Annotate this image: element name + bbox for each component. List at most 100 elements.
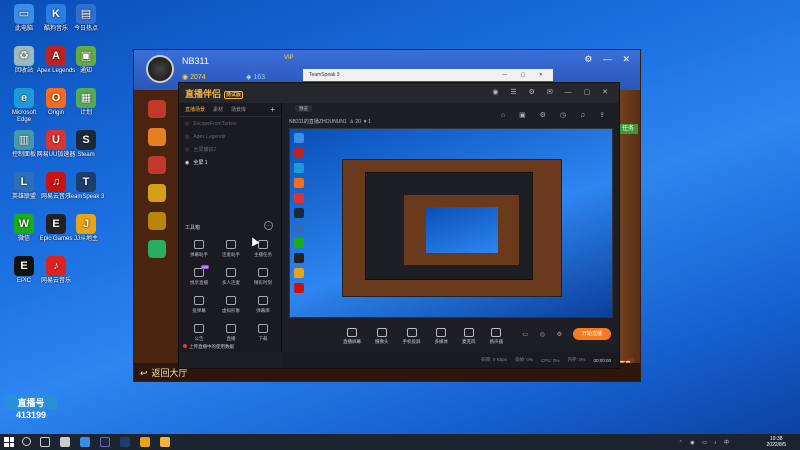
eye-icon[interactable]: ◎ (185, 121, 189, 127)
heart-icon[interactable] (147, 156, 166, 174)
source-control-button[interactable]: 麦克风 (462, 328, 476, 345)
app-title: 直播伴侣 (185, 89, 222, 99)
eye-icon[interactable]: ◎ (185, 134, 189, 140)
data-upload-text: 上传直播中的使用数据 (189, 344, 234, 349)
tool-icon (226, 268, 236, 277)
scene-item[interactable]: ◎ Apex Legends (179, 130, 281, 143)
tool-item[interactable]: 弹幕助手 (183, 240, 215, 258)
record-dot-icon (183, 344, 187, 348)
tool-item[interactable]: 直播 (215, 324, 247, 342)
preview-toolbar[interactable]: ⌂ ▣ ⚙ ◷ ♫ ⇪ (501, 111, 611, 119)
scene-item-active[interactable]: ◉ 全屏 1 (179, 156, 281, 169)
desktop-icon[interactable]: J JJ斗地主 (66, 214, 106, 243)
desktop-icon[interactable]: ♪ 网易云音乐 (36, 256, 76, 285)
file-explorer-icon[interactable] (60, 437, 70, 447)
tool-item[interactable]: 公告 (183, 324, 215, 342)
taskbar: ⌃ ◉ ▭ ♪ 中 19:38 2022/8/5 (0, 434, 800, 450)
tool-icon (226, 240, 236, 249)
tool-item[interactable]: 精彩时刻 (247, 268, 279, 286)
data-upload-notice[interactable]: 上传直播中的使用数据 (183, 344, 234, 350)
teamspeak-controls[interactable]: — ▢ ✕ (502, 69, 549, 81)
source-control-button[interactable]: 多媒体 (434, 328, 449, 345)
app-icon: ♫ (46, 172, 66, 192)
taskbar-clock[interactable]: 19:38 2022/8/5 (767, 436, 786, 448)
tab-preview[interactable]: 预览 (295, 105, 312, 112)
add-scene-icon[interactable]: + (270, 105, 275, 114)
source-control-icon (436, 328, 447, 337)
cup-icon[interactable] (147, 212, 166, 230)
app-icon: W (14, 214, 34, 234)
eye-icon[interactable]: ◎ (185, 147, 189, 153)
left-panel: 直播场景 素材 场景库 + ◎ EscapeFromTarkov ◎ Apex Le… (179, 103, 282, 352)
source-control-button[interactable]: 扬声器 (490, 328, 503, 345)
jj-taskbar-icon[interactable] (140, 437, 150, 447)
source-control-label: 摄像头 (375, 339, 389, 344)
scene-item[interactable]: ◎ EscapeFromTarkov (179, 117, 281, 130)
room-info: NB311的直播ZHOUNUN1 ♙ 20 ♥ 1 (289, 118, 371, 125)
scene-name: 全屏 1 (193, 160, 208, 166)
system-tray[interactable]: ⌃ ◉ ▭ ♪ 中 (679, 439, 732, 446)
scene-item[interactable]: ◎ 全屏捕获2 (179, 143, 281, 156)
window-controls[interactable]: ⚙ — ✕ (584, 54, 634, 65)
source-control-label: 麦克风 (462, 339, 476, 344)
tool-item[interactable]: 下载 (247, 324, 279, 342)
source-control-icon (406, 328, 417, 337)
more-tools-icon[interactable]: … (264, 221, 273, 230)
avatar[interactable] (146, 55, 174, 83)
live-app-taskbar-icon[interactable] (160, 437, 170, 447)
clover-icon[interactable] (147, 240, 166, 258)
tool-icon (258, 268, 268, 277)
source-control-label: 多媒体 (434, 339, 449, 344)
tool-item[interactable]: 投弹幕 (183, 296, 215, 314)
teamspeak-taskbar-icon[interactable] (120, 437, 130, 447)
likes-icon: ♥ (363, 119, 367, 125)
eye-icon[interactable]: ◉ (185, 160, 189, 166)
desktop-icon[interactable]: ▤ 今日热点 (66, 4, 106, 33)
desktop-icon[interactable]: ▣ 通知 (66, 46, 106, 75)
tool-item[interactable]: 虚拟形象 (215, 296, 247, 314)
app-icon: K (46, 4, 66, 24)
tool-label: 投弹幕 (192, 308, 206, 313)
vip-badge[interactable]: VIP (284, 55, 294, 61)
new-badge: new (201, 265, 209, 269)
search-icon[interactable] (22, 437, 31, 446)
bag-icon[interactable] (147, 128, 166, 146)
desktop-icon-label: 今日热点 (73, 26, 98, 32)
start-live-button[interactable]: 开始直播 (573, 328, 611, 340)
live-watermark-label: 直播号 (5, 395, 57, 410)
status-item: CPU: 0% (540, 357, 560, 363)
teamspeak-titlebar[interactable]: TeamSpeak 3 — ▢ ✕ (303, 69, 553, 81)
viewers-count: 20 (355, 119, 361, 125)
teamspeak-title: TeamSpeak 3 (309, 72, 340, 78)
tool-item[interactable]: new 悦享直播 (183, 265, 215, 286)
live-timer: 00:00:00 (593, 357, 611, 363)
steam-taskbar-icon[interactable] (100, 437, 110, 447)
tool-item[interactable]: 弹幕库 (247, 296, 279, 314)
scene-name: EscapeFromTarkov (193, 120, 237, 127)
browser-icon[interactable] (80, 437, 90, 447)
desktop-icon[interactable]: ▦ 计划 (66, 88, 106, 117)
preview-nested-desktop (426, 207, 498, 253)
desktop-icon[interactable]: S Steam (66, 130, 106, 159)
header-controls[interactable]: ◉ ☰ ⚙ ✉ — ▢ ✕ (492, 88, 613, 96)
source-control-button[interactable]: 摄像头 (375, 328, 389, 345)
tab-assets[interactable]: 素材 (213, 106, 223, 113)
extra-controls[interactable]: ▭ ◎ ⚙ (522, 331, 567, 338)
task-button[interactable]: 任务 (618, 124, 638, 134)
trophy-icon[interactable] (147, 184, 166, 202)
source-control-button[interactable]: 手机投屏 (403, 328, 421, 345)
desktop-icon[interactable]: T TeamSpeak 3 (66, 172, 106, 201)
start-button[interactable] (4, 437, 14, 447)
tool-icon (258, 324, 268, 333)
streaming-app-window[interactable]: 直播伴侣 测试版 ◉ ☰ ⚙ ✉ — ▢ ✕ 直播场景 素材 场景库 + ◎ Esc… (178, 82, 620, 369)
tab-scene-library[interactable]: 场景库 (231, 106, 246, 113)
gift-icon[interactable] (147, 100, 166, 118)
tab-scenes[interactable]: 直播场景 (185, 106, 205, 113)
source-control-button[interactable]: 直播屏幕 (343, 328, 361, 345)
app-icon: T (76, 172, 96, 192)
tool-item[interactable]: 多人连麦 (215, 268, 247, 286)
tool-item[interactable]: 连麦助手 (215, 240, 247, 258)
task-view-icon[interactable] (40, 437, 50, 447)
back-arrow-icon: ↩ (140, 368, 148, 378)
app-icon: A (46, 46, 66, 66)
